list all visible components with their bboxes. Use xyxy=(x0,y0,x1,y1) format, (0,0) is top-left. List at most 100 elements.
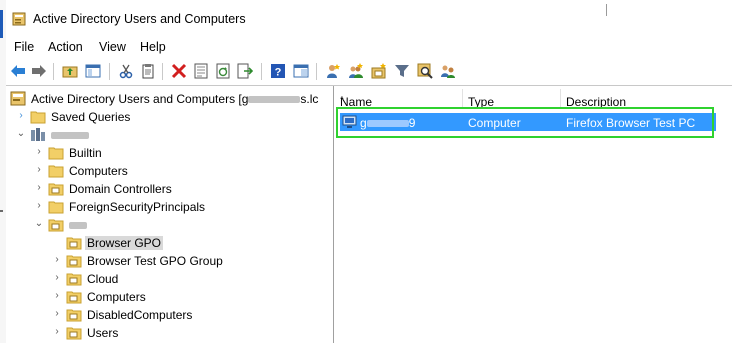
background-window-accent xyxy=(0,10,3,38)
copy-button[interactable] xyxy=(139,62,157,80)
toolbar-separator xyxy=(316,63,317,80)
tree-item-cloud[interactable]: › Cloud xyxy=(52,270,322,288)
cut-button[interactable] xyxy=(117,62,135,80)
chevron-right-icon[interactable]: › xyxy=(34,182,44,194)
chevron-right-icon[interactable]: › xyxy=(16,110,26,122)
cut-icon xyxy=(119,64,133,79)
tree-item-label: ForeignSecurityPrincipals xyxy=(69,200,206,214)
chevron-right-icon[interactable]: › xyxy=(34,146,44,158)
chevron-right-icon[interactable]: › xyxy=(52,326,62,338)
menu-help[interactable]: Help xyxy=(140,40,166,54)
tree-item-label: DisabledComputers xyxy=(87,308,193,322)
export-list-button[interactable] xyxy=(236,62,254,80)
refresh-button[interactable] xyxy=(214,62,232,80)
redacted-ou-name xyxy=(69,222,87,230)
folder-icon xyxy=(30,111,46,124)
aduc-root-icon xyxy=(10,91,26,106)
forward-arrow-icon xyxy=(32,65,46,77)
ou-icon xyxy=(66,237,82,250)
tree-item-label: Browser GPO xyxy=(85,236,164,250)
tree-item-label: Browser Test GPO Group xyxy=(87,254,223,268)
redacted-domain-name xyxy=(51,132,89,140)
add-to-group-button[interactable] xyxy=(439,62,457,80)
ou-icon xyxy=(66,327,82,340)
toolbar-separator xyxy=(261,63,262,80)
new-user-icon xyxy=(327,64,340,78)
toolbar-separator xyxy=(109,63,110,80)
new-group-icon xyxy=(349,63,363,78)
menu-bar: File Action View Help xyxy=(6,38,732,58)
console-view-button[interactable] xyxy=(292,62,310,80)
folder-icon xyxy=(48,147,64,160)
refresh-icon xyxy=(216,63,230,79)
filter-icon xyxy=(395,65,409,77)
chevron-right-icon[interactable]: › xyxy=(52,254,62,266)
add-to-group-icon xyxy=(441,65,455,78)
menu-action[interactable]: Action xyxy=(48,40,83,54)
chevron-down-icon[interactable]: ⌄ xyxy=(16,128,26,140)
properties-button[interactable] xyxy=(192,62,210,80)
up-one-level-button[interactable] xyxy=(61,62,79,80)
tree-item-domain[interactable]: ⌄ xyxy=(16,126,316,144)
find-button[interactable] xyxy=(416,62,434,80)
ou-icon xyxy=(48,183,64,196)
tree-item-ou[interactable]: ⌄ xyxy=(34,216,324,234)
new-ou-icon xyxy=(371,63,386,79)
new-group-button[interactable] xyxy=(347,62,365,80)
properties-icon xyxy=(194,63,208,79)
toolbar-separator xyxy=(53,63,54,80)
chevron-right-icon[interactable]: › xyxy=(34,164,44,176)
folder-icon xyxy=(48,201,64,214)
new-user-button[interactable] xyxy=(324,62,342,80)
tree-item-saved-queries[interactable]: › Saved Queries xyxy=(16,108,316,126)
tree-item-label: Domain Controllers xyxy=(69,182,172,196)
find-icon xyxy=(417,63,433,79)
console-tree[interactable]: Active Directory Users and Computers [g s… xyxy=(6,86,334,343)
chevron-right-icon[interactable]: › xyxy=(34,200,44,212)
tree-item-label: Saved Queries xyxy=(51,110,131,124)
tree-item-ou-computers[interactable]: › Computers xyxy=(52,288,322,306)
filter-button[interactable] xyxy=(393,62,411,80)
aduc-window: Active Directory Users and Computers Fil… xyxy=(6,0,732,343)
window-title: Active Directory Users and Computers xyxy=(33,12,246,26)
title-bar[interactable]: Active Directory Users and Computers xyxy=(6,0,732,38)
chevron-right-icon[interactable]: › xyxy=(52,308,62,320)
tree-item-users[interactable]: › Users xyxy=(52,324,322,342)
toolbar-separator xyxy=(162,63,163,80)
delete-button[interactable] xyxy=(170,62,188,80)
title-separator xyxy=(606,4,607,16)
tree-item-label: Cloud xyxy=(87,272,119,286)
tree-item-browser-test-gpo-group[interactable]: › Browser Test GPO Group xyxy=(52,252,322,270)
app-icon xyxy=(12,12,26,26)
tree-item-label: Builtin xyxy=(69,146,102,160)
export-list-icon xyxy=(237,63,253,79)
tree-item-builtin[interactable]: › Builtin xyxy=(34,144,324,162)
show-hide-console-tree-icon xyxy=(85,64,101,78)
back-button[interactable] xyxy=(9,62,27,80)
menu-view[interactable]: View xyxy=(99,40,126,54)
tree-item-computers[interactable]: › Computers xyxy=(34,162,324,180)
back-arrow-icon xyxy=(11,65,25,77)
help-button[interactable]: ? xyxy=(269,62,287,80)
background-window-mark xyxy=(0,210,3,212)
tree-item-browser-gpo[interactable]: Browser GPO xyxy=(52,234,322,252)
tree-item-disabled-computers[interactable]: › DisabledComputers xyxy=(52,306,322,324)
show-hide-tree-button[interactable] xyxy=(84,62,102,80)
chevron-right-icon[interactable]: › xyxy=(52,272,62,284)
forward-button[interactable] xyxy=(30,62,48,80)
tree-root-label-start: Active Directory Users and Computers [g xyxy=(31,92,249,106)
tree-item-domain-controllers[interactable]: › Domain Controllers xyxy=(34,180,324,198)
chevron-right-icon[interactable]: › xyxy=(52,290,62,302)
toolbar: ? xyxy=(6,58,732,86)
up-folder-icon xyxy=(62,66,78,78)
tree-item-foreign-security-principals[interactable]: › ForeignSecurityPrincipals xyxy=(34,198,324,216)
menu-file[interactable]: File xyxy=(14,40,34,54)
ou-icon xyxy=(66,255,82,268)
redacted-domain xyxy=(248,96,301,104)
tree-root[interactable]: Active Directory Users and Computers [g s… xyxy=(8,90,333,108)
new-ou-button[interactable] xyxy=(370,62,388,80)
ou-icon xyxy=(66,291,82,304)
delete-icon xyxy=(171,63,187,79)
chevron-down-icon[interactable]: ⌄ xyxy=(34,218,44,230)
domain-icon xyxy=(31,128,45,141)
